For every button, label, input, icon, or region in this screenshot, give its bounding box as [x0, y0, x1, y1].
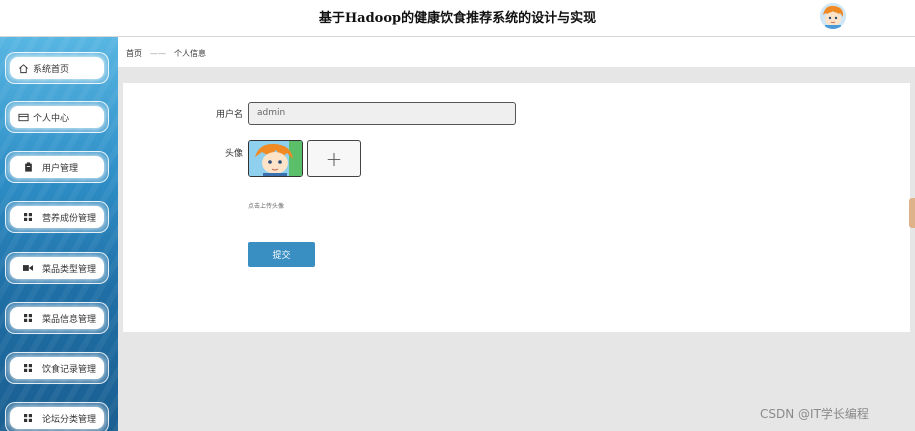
- video-icon: [22, 264, 34, 272]
- grid-icon: [22, 314, 34, 322]
- sidebar-item-label: 系统首页: [33, 64, 70, 75]
- grid-icon: [22, 213, 34, 221]
- avatar-image: [820, 3, 846, 29]
- clipboard-icon: [22, 162, 34, 172]
- sidebar-item-label: 个人中心: [33, 113, 70, 124]
- breadcrumb-separator: ——: [150, 48, 166, 58]
- sidebar-item-personal-center[interactable]: 个人中心: [5, 101, 109, 133]
- sidebar-item-label: 菜品信息管理: [42, 314, 97, 325]
- sidebar-item-nutrition-management[interactable]: 营养成份管理: [5, 201, 109, 233]
- username-label: 用户名: [215, 110, 243, 120]
- grid-icon: [22, 364, 34, 372]
- sidebar-item-diet-record-management[interactable]: 饮食记录管理: [5, 352, 109, 384]
- sidebar-item-label: 论坛分类管理: [42, 414, 97, 425]
- plus-icon: +: [325, 146, 343, 171]
- sidebar-item-label: 菜品类型管理: [42, 264, 97, 275]
- sidebar-item-dish-type-management[interactable]: 菜品类型管理: [5, 252, 109, 284]
- avatar-preview[interactable]: [248, 140, 303, 177]
- breadcrumb: 首页 —— 个人信息: [126, 46, 206, 60]
- sidebar: 系统首页 个人中心 用户管理 营养成份管理 菜品类型管理 菜品信息管理 饮食记录…: [0, 37, 118, 431]
- top-header: 基于Hadoop的健康饮食推荐系统的设计与实现: [0, 0, 915, 37]
- sidebar-item-label: 饮食记录管理: [42, 364, 97, 375]
- profile-form-panel: [123, 83, 910, 332]
- side-drawer-handle[interactable]: [909, 198, 915, 228]
- user-avatar[interactable]: [820, 3, 846, 29]
- sidebar-item-user-management[interactable]: 用户管理: [5, 151, 109, 183]
- home-icon: [17, 63, 29, 74]
- upload-hint: 点击上传头像: [248, 203, 285, 210]
- sidebar-item-forum-category-management[interactable]: 论坛分类管理: [5, 402, 109, 431]
- card-icon: [17, 112, 29, 123]
- sidebar-item-home[interactable]: 系统首页: [5, 52, 109, 84]
- breadcrumb-home-link[interactable]: 首页: [126, 48, 142, 59]
- avatar-upload-button[interactable]: +: [307, 140, 361, 177]
- submit-button[interactable]: 提交: [248, 242, 315, 267]
- avatar-label: 头像: [224, 149, 243, 159]
- username-input[interactable]: admin: [248, 102, 516, 125]
- watermark: CSDN @IT学长编程: [760, 407, 869, 421]
- app-title: 基于Hadoop的健康饮食推荐系统的设计与实现: [318, 11, 597, 26]
- breadcrumb-current: 个人信息: [174, 48, 206, 58]
- grid-icon: [22, 414, 34, 422]
- sidebar-item-label: 营养成份管理: [42, 213, 97, 224]
- avatar-preview-image: [249, 141, 302, 176]
- sidebar-item-dish-info-management[interactable]: 菜品信息管理: [5, 302, 109, 334]
- sidebar-item-label: 用户管理: [42, 163, 79, 174]
